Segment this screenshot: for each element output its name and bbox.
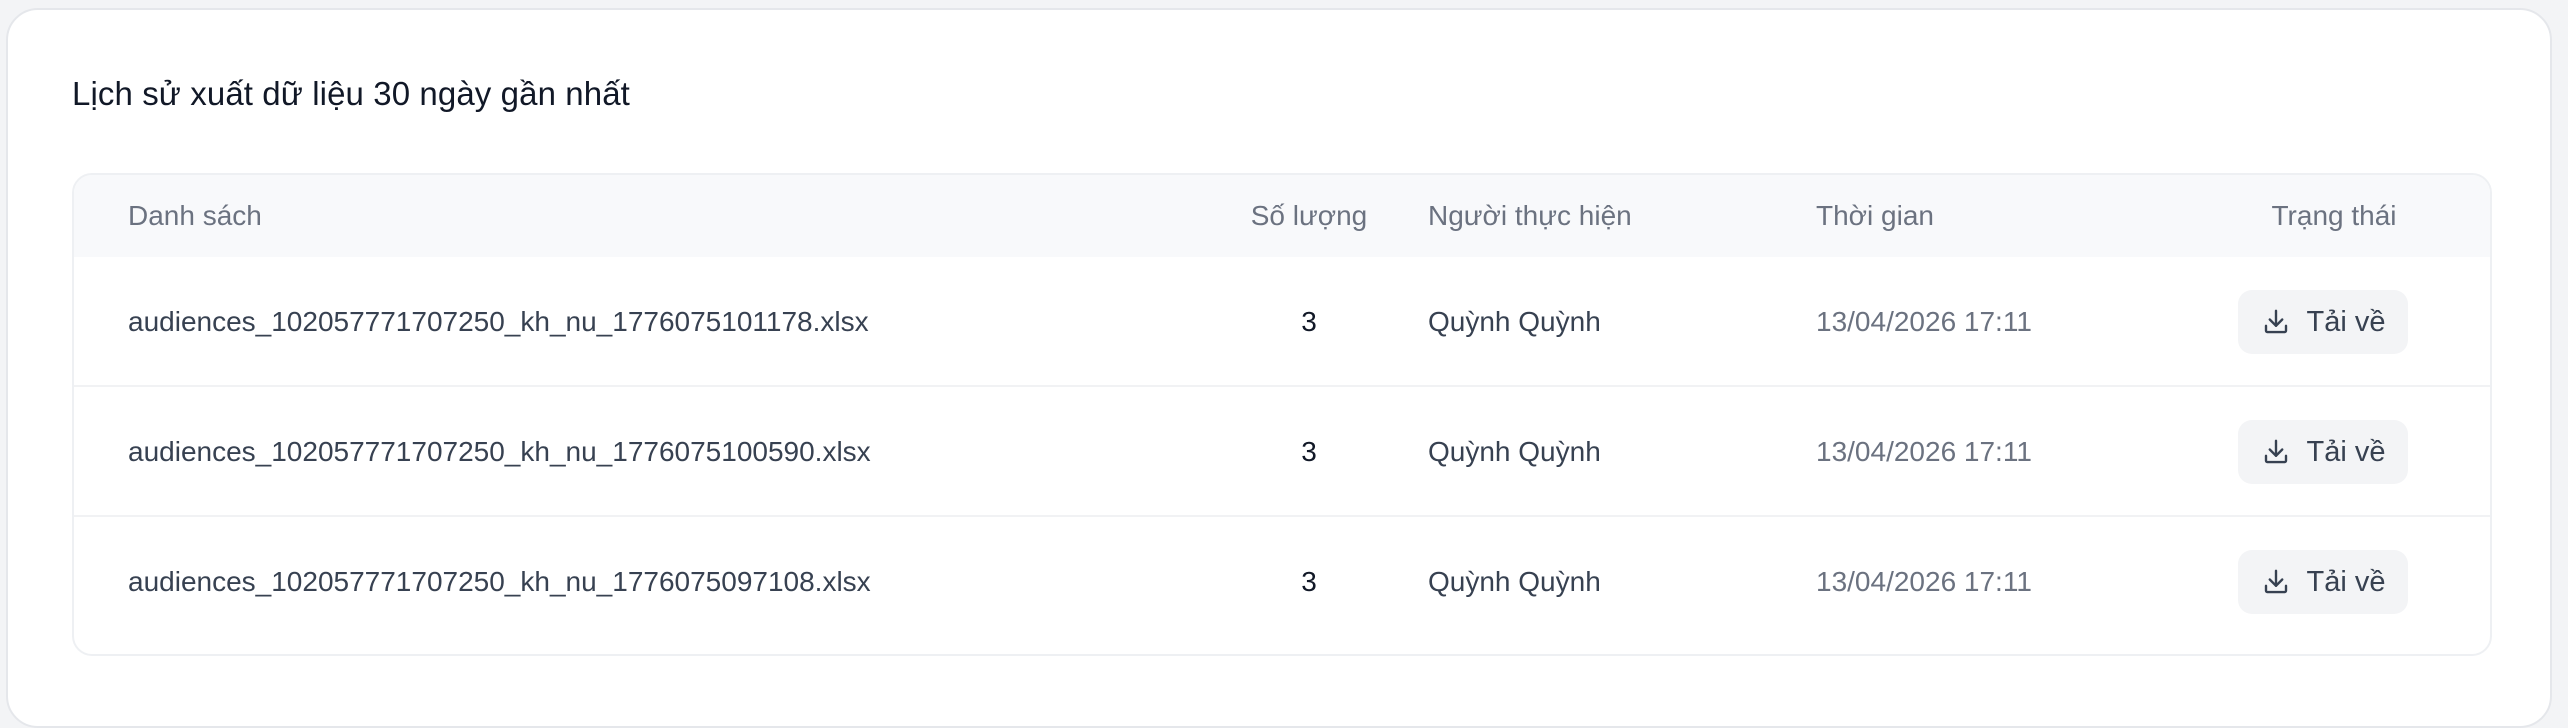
column-header-name: Danh sách <box>128 200 262 231</box>
row-quantity: 3 <box>1301 306 1317 337</box>
download-icon <box>2261 437 2291 467</box>
download-button[interactable]: Tải về <box>2238 290 2408 354</box>
row-file-name: audiences_102057771707250_kh_nu_17760751… <box>128 436 871 467</box>
page-title: Lịch sử xuất dữ liệu 30 ngày gần nhất <box>72 75 630 112</box>
column-header-status: Trạng thái <box>2271 200 2397 231</box>
column-header-performer: Người thực hiện <box>1428 200 1632 231</box>
row-time: 13/04/2026 17:11 <box>1816 306 2032 337</box>
export-history-card: Lịch sử xuất dữ liệu 30 ngày gần nhất Da… <box>6 8 2552 728</box>
column-header-time: Thời gian <box>1816 200 1934 231</box>
row-time: 13/04/2026 17:11 <box>1816 436 2032 467</box>
export-history-table: Danh sách Số lượng Người thực hiện Thời … <box>72 173 2492 656</box>
table-header: Danh sách Số lượng Người thực hiện Thời … <box>74 175 2490 257</box>
table-row: audiences_102057771707250_kh_nu_17760751… <box>74 387 2490 517</box>
row-time: 13/04/2026 17:11 <box>1816 566 2032 597</box>
download-button-label: Tải về <box>2306 436 2386 468</box>
row-performer: Quỳnh Quỳnh <box>1428 306 1601 337</box>
download-button[interactable]: Tải về <box>2238 420 2408 484</box>
row-quantity: 3 <box>1301 566 1317 597</box>
row-quantity: 3 <box>1301 436 1317 467</box>
download-button-label: Tải về <box>2306 306 2386 338</box>
download-icon <box>2261 567 2291 597</box>
download-button-label: Tải về <box>2306 566 2386 598</box>
table-row: audiences_102057771707250_kh_nu_17760750… <box>74 517 2490 647</box>
table-row: audiences_102057771707250_kh_nu_17760751… <box>74 257 2490 387</box>
row-performer: Quỳnh Quỳnh <box>1428 566 1601 597</box>
row-file-name: audiences_102057771707250_kh_nu_17760751… <box>128 306 869 337</box>
download-button[interactable]: Tải về <box>2238 550 2408 614</box>
row-performer: Quỳnh Quỳnh <box>1428 436 1601 467</box>
column-header-quantity: Số lượng <box>1250 200 1368 231</box>
download-icon <box>2261 307 2291 337</box>
row-file-name: audiences_102057771707250_kh_nu_17760750… <box>128 566 871 597</box>
